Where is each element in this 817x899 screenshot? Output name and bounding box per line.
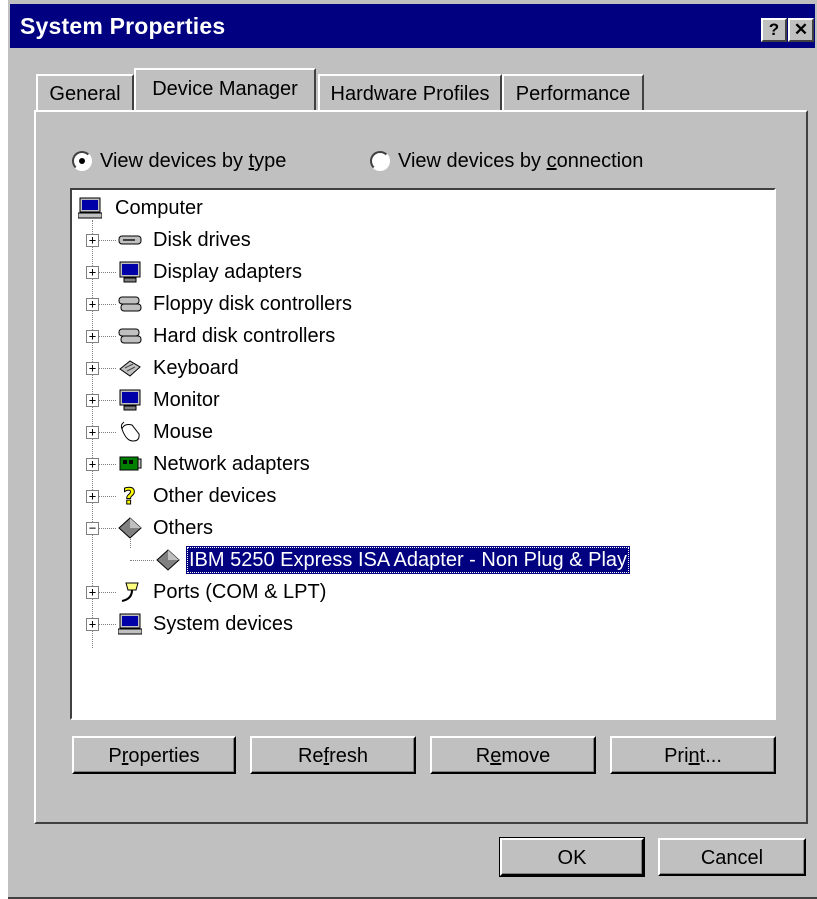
expand-icon[interactable]: + (86, 394, 99, 407)
mnemonic-letter: n (688, 745, 700, 767)
mnemonic-letter: e (490, 745, 502, 767)
controller-icon (118, 296, 142, 312)
tree-item-display-adapters[interactable]: + Display adapters (72, 258, 392, 286)
expand-icon[interactable]: + (86, 266, 99, 279)
button-text: Re (297, 745, 324, 767)
window-title: System Properties (20, 13, 226, 39)
mouse-icon (120, 421, 140, 442)
mnemonic-letter: c (546, 150, 557, 172)
help-button[interactable]: ? (761, 18, 787, 42)
view-by-connection-label: View devices by connection (398, 148, 643, 174)
button-text: Pri (664, 745, 689, 767)
tree-item-ports[interactable]: + Ports (COM & LPT) (72, 578, 392, 606)
system-properties-window: System Properties ? ✕ General Device Man… (6, 0, 817, 899)
tree-item-label: Monitor (153, 389, 220, 411)
ok-button[interactable]: OK (499, 837, 645, 877)
tree-item-network-adapters[interactable]: + Network adapters (72, 450, 412, 478)
button-text: resh (329, 745, 369, 767)
tree-item-label: Ports (COM & LPT) (153, 581, 327, 603)
device-tree[interactable]: Computer + Disk drives + Display adapter… (70, 188, 776, 720)
tree-item-label: Keyboard (153, 357, 239, 379)
remove-button[interactable]: Remove (430, 736, 596, 774)
tab-general[interactable]: General (36, 74, 134, 110)
keyboard-icon (119, 360, 141, 377)
label-text: onnection (556, 150, 644, 172)
tab-device-manager[interactable]: Device Manager (134, 68, 316, 110)
tree-item-label: Hard disk controllers (153, 325, 336, 347)
question-mark-icon: ? (123, 485, 137, 507)
tree-branch-line (130, 560, 154, 561)
title-bar[interactable]: System Properties ? ✕ (10, 4, 815, 48)
tree-item-ibm-5250-adapter[interactable]: IBM 5250 Express ISA Adapter - Non Plug … (72, 546, 672, 574)
tree-item-hard-disk-controllers[interactable]: + Hard disk controllers (72, 322, 412, 350)
tree-item-label: Display adapters (153, 261, 302, 283)
tree-item-label: Disk drives (153, 229, 251, 251)
radio-dot (79, 158, 85, 164)
tree-item-monitor[interactable]: + Monitor (72, 386, 392, 414)
disk-drive-icon (118, 235, 142, 245)
collapse-icon[interactable]: − (86, 522, 99, 535)
button-text: move (501, 745, 551, 767)
expand-icon[interactable]: + (86, 426, 99, 439)
tree-item-mouse[interactable]: + Mouse (72, 418, 392, 446)
expand-icon[interactable]: + (86, 586, 99, 599)
monitor-icon (119, 389, 141, 411)
expand-icon[interactable]: + (86, 298, 99, 311)
tree-item-label: Other devices (153, 485, 277, 507)
expand-icon[interactable]: + (86, 490, 99, 503)
view-by-type-label: View devices by type (100, 148, 286, 174)
cancel-button[interactable]: Cancel (658, 838, 806, 876)
expand-icon[interactable]: + (86, 234, 99, 247)
close-button[interactable]: ✕ (788, 18, 814, 42)
button-text: R (475, 745, 491, 767)
diamond-icon (156, 549, 180, 571)
tab-performance[interactable]: Performance (502, 74, 644, 110)
button-text: P (108, 745, 122, 767)
network-card-icon (119, 456, 142, 471)
device-manager-panel: View devices by type View devices by con… (34, 110, 808, 824)
expand-icon[interactable]: + (86, 362, 99, 375)
view-by-connection-option[interactable]: View devices by connection (370, 148, 690, 174)
tab-hardware-profiles[interactable]: Hardware Profiles (318, 74, 502, 110)
tree-item-label: Others (153, 517, 214, 539)
label-text: ype (254, 150, 287, 172)
controller-icon (118, 328, 142, 344)
monitor-icon (119, 261, 141, 283)
view-by-type-option[interactable]: View devices by type (72, 148, 332, 174)
computer-icon (78, 197, 102, 219)
expand-icon[interactable]: + (86, 330, 99, 343)
diamond-icon (118, 517, 142, 539)
tree-item-label: Mouse (153, 421, 214, 443)
button-text: operties (128, 745, 200, 767)
properties-button[interactable]: Properties (72, 736, 236, 774)
tree-item-keyboard[interactable]: + Keyboard (72, 354, 392, 382)
print-button[interactable]: Print... (610, 736, 776, 774)
tree-item-floppy-disk-controllers[interactable]: + Floppy disk controllers (72, 290, 412, 318)
tree-item-label: Floppy disk controllers (153, 293, 352, 315)
tree-item-label-selected: IBM 5250 Express ISA Adapter - Non Plug … (186, 546, 631, 574)
label-text: View devices by (100, 150, 249, 172)
tree-item-label: Computer (115, 197, 203, 219)
button-text: t... (699, 745, 722, 767)
tree-item-system-devices[interactable]: + System devices (72, 610, 392, 638)
label-text: View devices by (398, 150, 547, 172)
svg-text:?: ? (123, 485, 136, 507)
tree-item-other-devices[interactable]: + ? Other devices (72, 482, 392, 510)
tree-item-others[interactable]: − Others (72, 514, 392, 542)
radio-button-selected[interactable] (72, 151, 92, 171)
expand-icon[interactable]: + (86, 458, 99, 471)
refresh-button[interactable]: Refresh (250, 736, 416, 774)
tree-item-disk-drives[interactable]: + Disk drives (72, 226, 392, 254)
computer-icon (118, 613, 142, 635)
expand-icon[interactable]: + (86, 618, 99, 631)
radio-button[interactable] (370, 151, 390, 171)
tree-item-label: System devices (153, 613, 294, 635)
tree-root-computer[interactable]: Computer (72, 194, 372, 222)
port-icon (121, 582, 139, 602)
tree-item-label: Network adapters (153, 453, 310, 475)
